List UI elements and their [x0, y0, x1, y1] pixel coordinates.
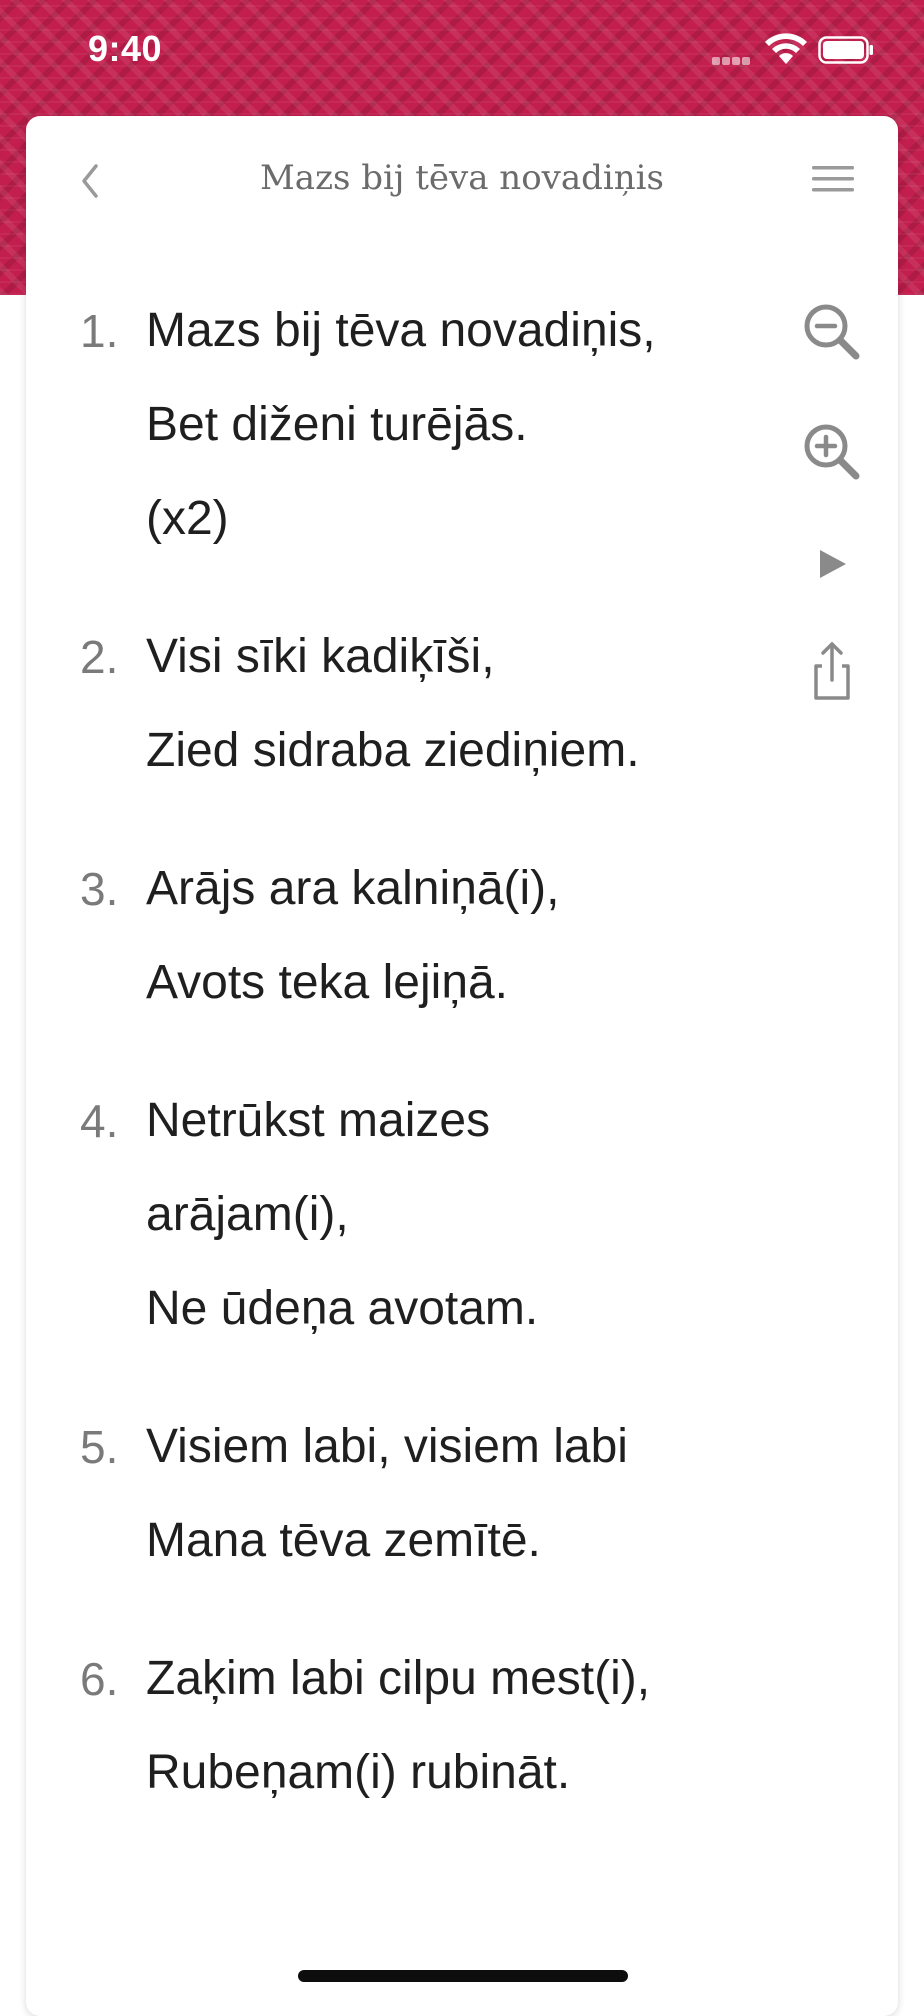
status-bar: 9:40	[0, 0, 924, 100]
verse-number: 2.	[80, 631, 119, 683]
zoom-in-icon	[804, 424, 860, 480]
back-button[interactable]	[70, 156, 110, 206]
verse: 2. Visi sīki kadiķīši, Zied sidraba zied…	[26, 610, 746, 798]
verse-line: Zaķim labi cilpu mest(i),	[146, 1652, 651, 1705]
play-icon	[820, 550, 846, 578]
verse-line: Visi sīki kadiķīši,	[146, 630, 495, 683]
verse-line: Visiem labi, visiem labi	[146, 1420, 628, 1473]
verse-line: Mazs bij tēva novadiņis,	[146, 304, 656, 357]
wifi-icon	[765, 33, 807, 64]
verse-line: Ne ūdeņa avotam.	[146, 1282, 539, 1335]
status-time: 9:40	[88, 28, 163, 69]
verse: 5. Visiem labi, visiem labi Mana tēva ze…	[26, 1400, 746, 1588]
verse-number: 5.	[80, 1421, 119, 1473]
menu-button[interactable]	[810, 160, 856, 200]
verse-line: Netrūkst maizes	[146, 1094, 491, 1147]
zoom-in-button[interactable]	[800, 420, 864, 484]
verse-line: Zied sidraba ziediņiem.	[146, 724, 640, 777]
verse: 4. Netrūkst maizes arājam(i), Ne ūdeņa a…	[26, 1074, 746, 1356]
verse-line: Avots teka lejiņā.	[146, 956, 508, 1009]
verse-line: arājam(i),	[146, 1188, 349, 1241]
verse-number: 1.	[80, 305, 119, 357]
home-indicator[interactable]	[298, 1970, 628, 1982]
share-button[interactable]	[800, 640, 864, 704]
verse-line: Rubeņam(i) rubināt.	[146, 1746, 571, 1799]
song-card: Mazs bij tēva novadiņis 1. Mazs bij tēva…	[26, 116, 898, 2016]
zoom-out-button[interactable]	[800, 300, 864, 364]
verse: 3. Arājs ara kalniņā(i), Avots teka leji…	[26, 842, 746, 1030]
verse: 1. Mazs bij tēva novadiņis, Bet diženi t…	[26, 284, 746, 566]
verse-line: Bet diženi turējās.	[146, 398, 528, 451]
verse-line: (x2)	[146, 492, 229, 545]
hamburger-menu-icon	[812, 166, 854, 192]
zoom-out-icon	[804, 304, 860, 360]
page-title: Mazs bij tēva novadiņis	[259, 158, 664, 198]
lyrics-list: 1. Mazs bij tēva novadiņis, Bet diženi t…	[26, 284, 746, 1864]
cellular-signal-icon	[712, 52, 754, 65]
verse-number: 6.	[80, 1653, 119, 1705]
play-button[interactable]	[800, 532, 864, 596]
verse: 6. Zaķim labi cilpu mest(i), Rubeņam(i) …	[26, 1632, 746, 1820]
battery-icon	[818, 36, 873, 64]
share-icon	[814, 642, 850, 700]
verse-number: 4.	[80, 1095, 119, 1147]
verse-line: Mana tēva zemītē.	[146, 1514, 541, 1567]
chevron-left-icon	[82, 164, 98, 198]
verse-line: Arājs ara kalniņā(i),	[146, 862, 560, 915]
verse-number: 3.	[80, 863, 119, 915]
